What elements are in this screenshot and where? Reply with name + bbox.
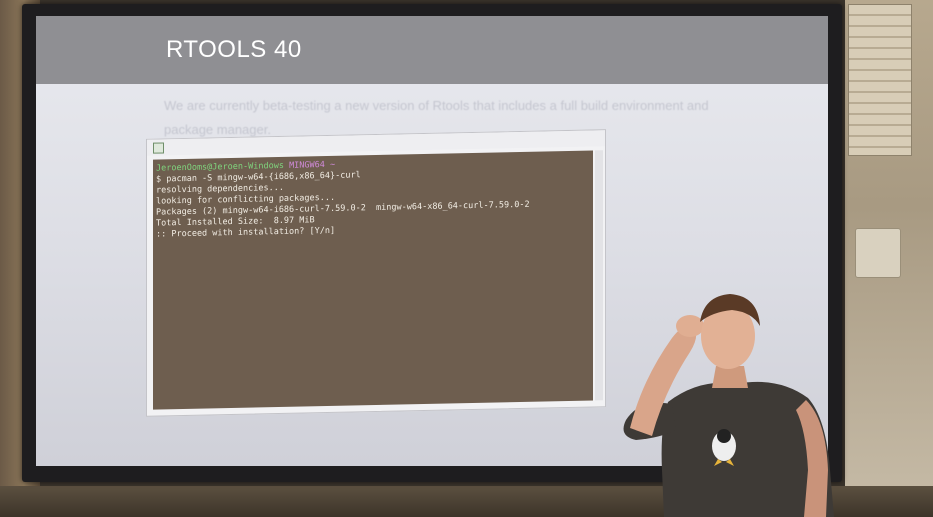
presenter-hand: [676, 315, 704, 337]
presenter-neck: [712, 366, 748, 388]
presenter: [623, 294, 834, 517]
penguin-head: [717, 429, 731, 443]
